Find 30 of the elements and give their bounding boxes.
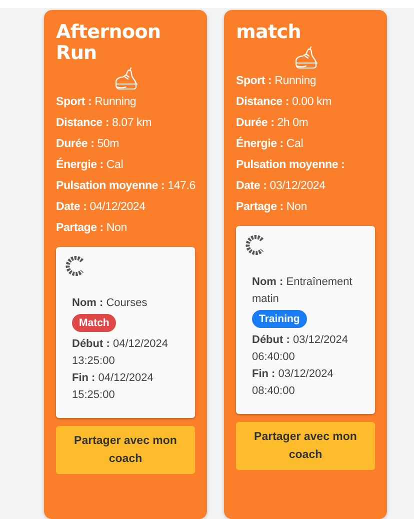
- activity-field: Partage : Non: [236, 200, 375, 214]
- share-button[interactable]: Partager avec mon coach: [236, 422, 375, 470]
- event-name: Nom : Entraînement matin: [252, 275, 354, 307]
- activity-field: Énergie : Cal: [56, 158, 195, 172]
- event-tag: Match: [72, 314, 116, 332]
- event-name: Nom : Courses: [72, 296, 148, 311]
- activity-field: Distance : 0.00 km: [236, 95, 375, 109]
- event-end: Fin : 03/12/2024 08:40:00: [252, 367, 334, 399]
- loading-ring-icon: [244, 234, 266, 256]
- activity-field: Partage : Non: [56, 221, 195, 235]
- activity-field: Sport : Running: [236, 74, 375, 88]
- activity-field: Durée : 50m: [56, 137, 195, 151]
- shoe-icon: [112, 67, 138, 91]
- activity-field: Sport : Running: [56, 95, 195, 109]
- event-end: Fin : 04/12/2024 15:25:00: [72, 371, 154, 403]
- activity-field: Date : 03/12/2024: [236, 179, 375, 193]
- event-start: Début : 04/12/2024 13:25:00: [72, 337, 170, 369]
- activity-field: Date : 04/12/2024: [56, 200, 195, 214]
- activity-field: Énergie : Cal: [236, 137, 375, 151]
- loading-ring-icon: [64, 255, 86, 277]
- activity-title: Afternoon Run: [56, 22, 162, 64]
- activity-field: Pulsation moyenne : 147.6: [56, 179, 195, 193]
- share-button[interactable]: Partager avec mon coach: [56, 426, 195, 474]
- activity-field: Pulsation moyenne :: [236, 158, 375, 172]
- event-start: Début : 03/12/2024 06:40:00: [252, 333, 350, 365]
- activity-field: Distance : 8.07 km: [56, 116, 195, 130]
- shoe-icon: [292, 46, 318, 70]
- activity-field: Durée : 2h 0m: [236, 116, 375, 130]
- activity-title: match: [236, 22, 302, 43]
- event-tag: Training: [252, 310, 307, 328]
